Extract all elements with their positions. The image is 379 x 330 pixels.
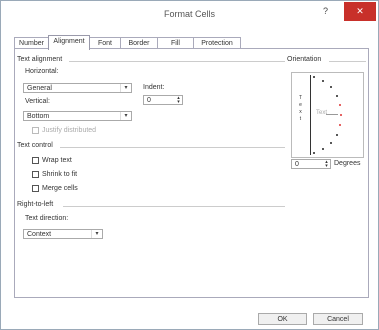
wrap-text-label: Wrap text xyxy=(42,157,72,164)
title-bar: Format Cells ? ✕ xyxy=(1,1,378,27)
chevron-down-icon[interactable]: ▾ xyxy=(120,84,131,92)
text-direction-value: Context xyxy=(27,231,52,238)
shrink-to-fit-checkbox[interactable] xyxy=(32,171,39,178)
dial-dot[interactable] xyxy=(313,152,315,154)
section-divider xyxy=(69,61,285,62)
text-direction-select[interactable]: Context ▾ xyxy=(23,229,103,239)
vertical-select[interactable]: Bottom ▾ xyxy=(23,111,132,121)
justify-distributed-checkbox[interactable] xyxy=(32,127,39,134)
dial-dot[interactable] xyxy=(322,148,324,150)
help-button[interactable]: ? xyxy=(323,6,328,16)
text-direction-label: Text direction: xyxy=(25,215,69,222)
dial-axis xyxy=(310,75,311,155)
text-alignment-heading: Text alignment xyxy=(17,56,63,63)
section-divider xyxy=(63,206,285,207)
horizontal-label: Horizontal: xyxy=(25,68,59,75)
indent-value: 0 xyxy=(147,97,151,104)
text-control-heading: Text control xyxy=(17,142,53,149)
close-button[interactable]: ✕ xyxy=(344,2,376,21)
horizontal-select[interactable]: General ▾ xyxy=(23,83,132,93)
cancel-button[interactable]: Cancel xyxy=(313,313,363,325)
dial-dot[interactable] xyxy=(330,142,332,144)
dial-dot[interactable] xyxy=(322,80,324,82)
degrees-label: Degrees xyxy=(334,160,361,167)
dial-dot[interactable] xyxy=(336,95,338,97)
section-divider xyxy=(60,147,285,148)
chevron-down-icon[interactable]: ▾ xyxy=(120,112,131,120)
vertical-label: Vertical: xyxy=(25,98,50,105)
dial-dot[interactable] xyxy=(339,124,341,126)
degrees-value: 0 xyxy=(295,161,299,168)
spin-arrows-icon[interactable]: ▴ ▾ xyxy=(175,96,182,105)
justify-distributed-label: Justify distributed xyxy=(42,127,97,134)
wrap-text-checkbox[interactable] xyxy=(32,157,39,164)
spin-arrows-icon[interactable]: ▴ ▾ xyxy=(323,160,330,169)
dial-dot[interactable] xyxy=(336,134,338,136)
section-divider xyxy=(329,61,366,62)
horizontal-value: General xyxy=(27,85,52,92)
orientation-heading: Orientation xyxy=(287,56,322,63)
dial-dot-active[interactable] xyxy=(340,114,342,116)
orientation-box[interactable]: T e x t Text xyxy=(291,72,364,158)
ok-button[interactable]: OK xyxy=(258,313,307,325)
merge-cells-checkbox[interactable] xyxy=(32,185,39,192)
orientation-needle xyxy=(326,114,338,115)
dial-dot[interactable] xyxy=(339,104,341,106)
indent-label: Indent: xyxy=(143,84,165,91)
chevron-down-icon[interactable]: ▾ xyxy=(91,230,102,238)
tab-alignment[interactable]: Alignment xyxy=(48,35,90,50)
orientation-text-label: Text xyxy=(316,110,328,116)
dial-dot[interactable] xyxy=(313,76,315,78)
dialog-title: Format Cells xyxy=(163,9,215,19)
indent-spinner[interactable]: 0 ▴ ▾ xyxy=(143,95,183,105)
vertical-text-preview[interactable]: T e x t xyxy=(298,95,303,123)
shrink-to-fit-label: Shrink to fit xyxy=(42,171,78,178)
degrees-spinner[interactable]: 0 ▴ ▾ xyxy=(291,159,331,169)
right-to-left-heading: Right-to-left xyxy=(17,201,54,208)
merge-cells-label: Merge cells xyxy=(42,185,78,192)
format-cells-dialog: Format Cells ? ✕ Number Alignment Font B… xyxy=(0,0,379,330)
dial-dot[interactable] xyxy=(330,86,332,88)
vertical-value: Bottom xyxy=(27,113,50,120)
